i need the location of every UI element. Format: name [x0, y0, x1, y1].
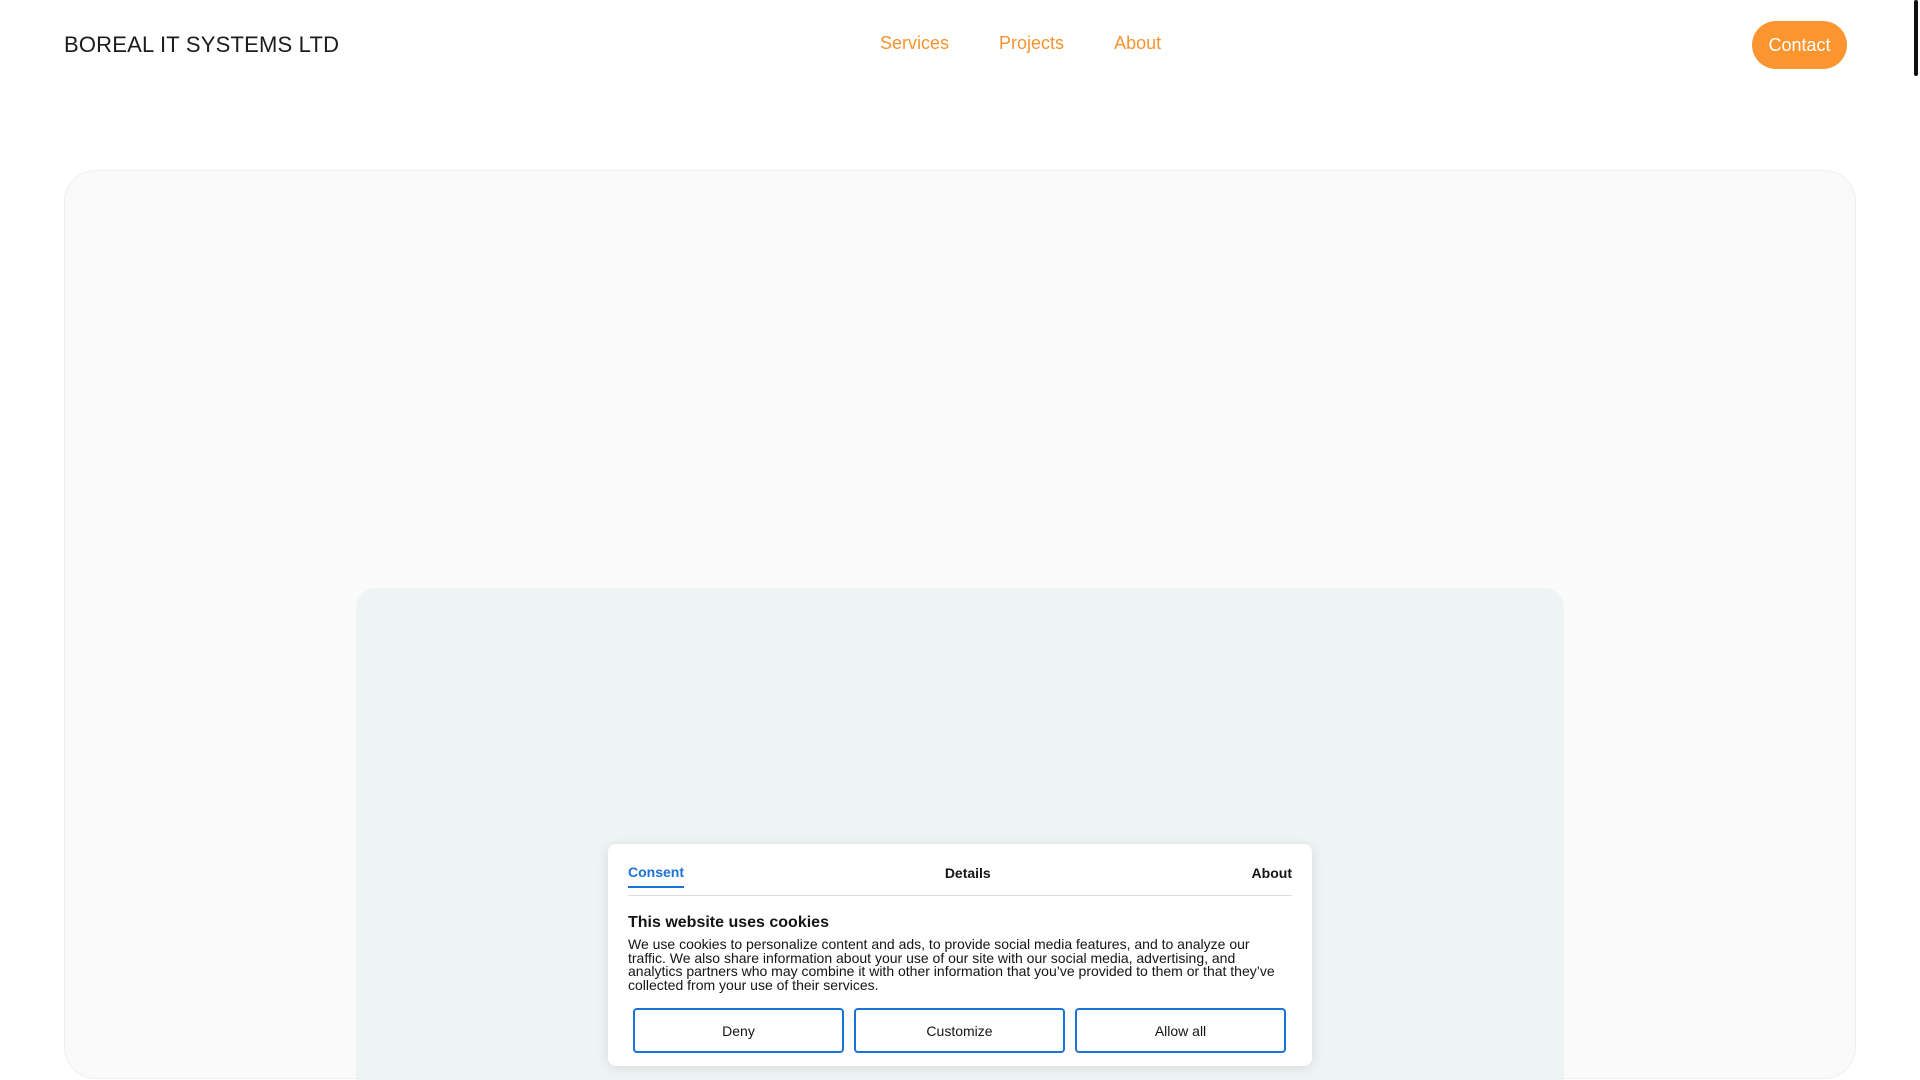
tab-consent[interactable]: Consent	[628, 858, 684, 888]
contact-button[interactable]: Contact	[1752, 21, 1847, 69]
cookie-description: We use cookies to personalize content an…	[628, 936, 1275, 993]
tab-about[interactable]: About	[1252, 859, 1292, 887]
nav-link-services[interactable]: Services	[880, 33, 949, 54]
allow-all-button[interactable]: Allow all	[1075, 1008, 1286, 1054]
cookie-title: This website uses cookies	[628, 914, 829, 931]
cookie-consent-dialog: Consent Details About This website uses …	[608, 844, 1312, 1066]
deny-button[interactable]: Deny	[633, 1008, 844, 1054]
site-header: BOREAL IT SYSTEMS LTD Services Projects …	[0, 0, 1920, 90]
cookie-tabs: Consent Details About	[628, 844, 1292, 896]
tab-details[interactable]: Details	[945, 859, 991, 887]
main-nav: Services Projects About	[880, 33, 1161, 54]
scrollbar-thumb[interactable]	[1914, 0, 1918, 76]
nav-link-projects[interactable]: Projects	[999, 33, 1064, 54]
cookie-button-row: Deny Customize Allow all	[628, 1008, 1292, 1054]
customize-button[interactable]: Customize	[854, 1008, 1065, 1054]
nav-link-about[interactable]: About	[1114, 33, 1161, 54]
brand-logo-text[interactable]: BOREAL IT SYSTEMS LTD	[64, 32, 339, 58]
